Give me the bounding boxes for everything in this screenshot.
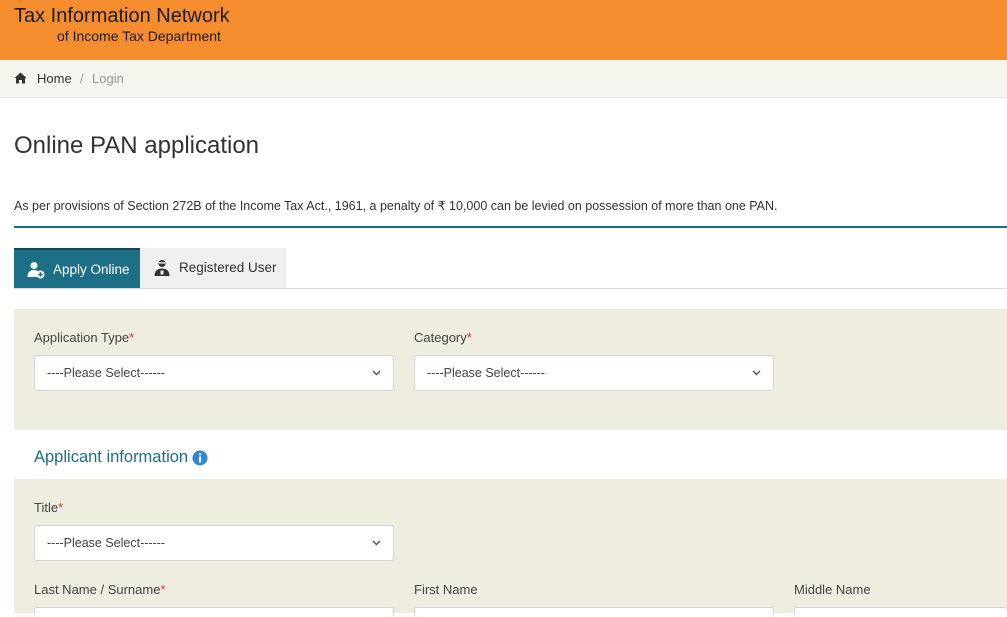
notice-divider	[14, 226, 1007, 228]
chevron-down-icon	[372, 540, 381, 546]
applicant-information-panel: Title* ----Please Select------ Last Name…	[14, 479, 1007, 617]
penalty-notice: As per provisions of Section 272B of the…	[14, 199, 778, 213]
middle-name-input[interactable]	[794, 607, 1007, 617]
tab-registered-user[interactable]: Registered User	[140, 248, 286, 288]
chevron-down-icon	[372, 370, 381, 376]
tab-registered-user-label: Registered User	[179, 260, 277, 275]
tab-apply-online-label: Apply Online	[53, 262, 130, 277]
middle-name-label: Middle Name	[794, 582, 871, 597]
last-name-input[interactable]	[34, 607, 394, 617]
category-select[interactable]: ----Please Select------	[414, 355, 774, 391]
applicant-information-heading: Applicant information	[34, 448, 189, 466]
user-icon	[154, 260, 170, 276]
application-type-panel: Application Type* ----Please Select-----…	[14, 309, 1007, 430]
breadcrumb-current: Login	[92, 71, 124, 86]
first-name-input[interactable]	[414, 607, 774, 617]
title-value: ----Please Select------	[47, 536, 166, 550]
title-label: Title*	[34, 500, 64, 515]
add-user-icon	[27, 262, 45, 279]
info-icon[interactable]	[192, 450, 208, 466]
tab-divider	[14, 288, 1007, 289]
page-title: Online PAN application	[14, 132, 260, 159]
breadcrumb: Home / Login	[0, 60, 1007, 98]
last-name-label: Last Name / Surname*	[34, 582, 166, 597]
application-type-select[interactable]: ----Please Select------	[34, 355, 394, 391]
category-value: ----Please Select------	[427, 366, 546, 380]
category-label: Category*	[414, 330, 472, 345]
breadcrumb-separator: /	[80, 71, 84, 86]
title-select[interactable]: ----Please Select------	[34, 525, 394, 561]
application-type-label: Application Type*	[34, 330, 135, 345]
chevron-down-icon	[752, 370, 761, 376]
site-header: Tax Information Network of Income Tax De…	[0, 0, 1007, 60]
first-name-label: First Name	[414, 582, 478, 597]
brand-title: Tax Information Network	[14, 5, 230, 27]
application-type-value: ----Please Select------	[47, 366, 166, 380]
breadcrumb-home-link[interactable]: Home	[37, 71, 72, 86]
tab-apply-online[interactable]: Apply Online	[14, 248, 140, 288]
brand-subtitle: of Income Tax Department	[57, 28, 221, 44]
home-icon[interactable]	[14, 72, 27, 84]
